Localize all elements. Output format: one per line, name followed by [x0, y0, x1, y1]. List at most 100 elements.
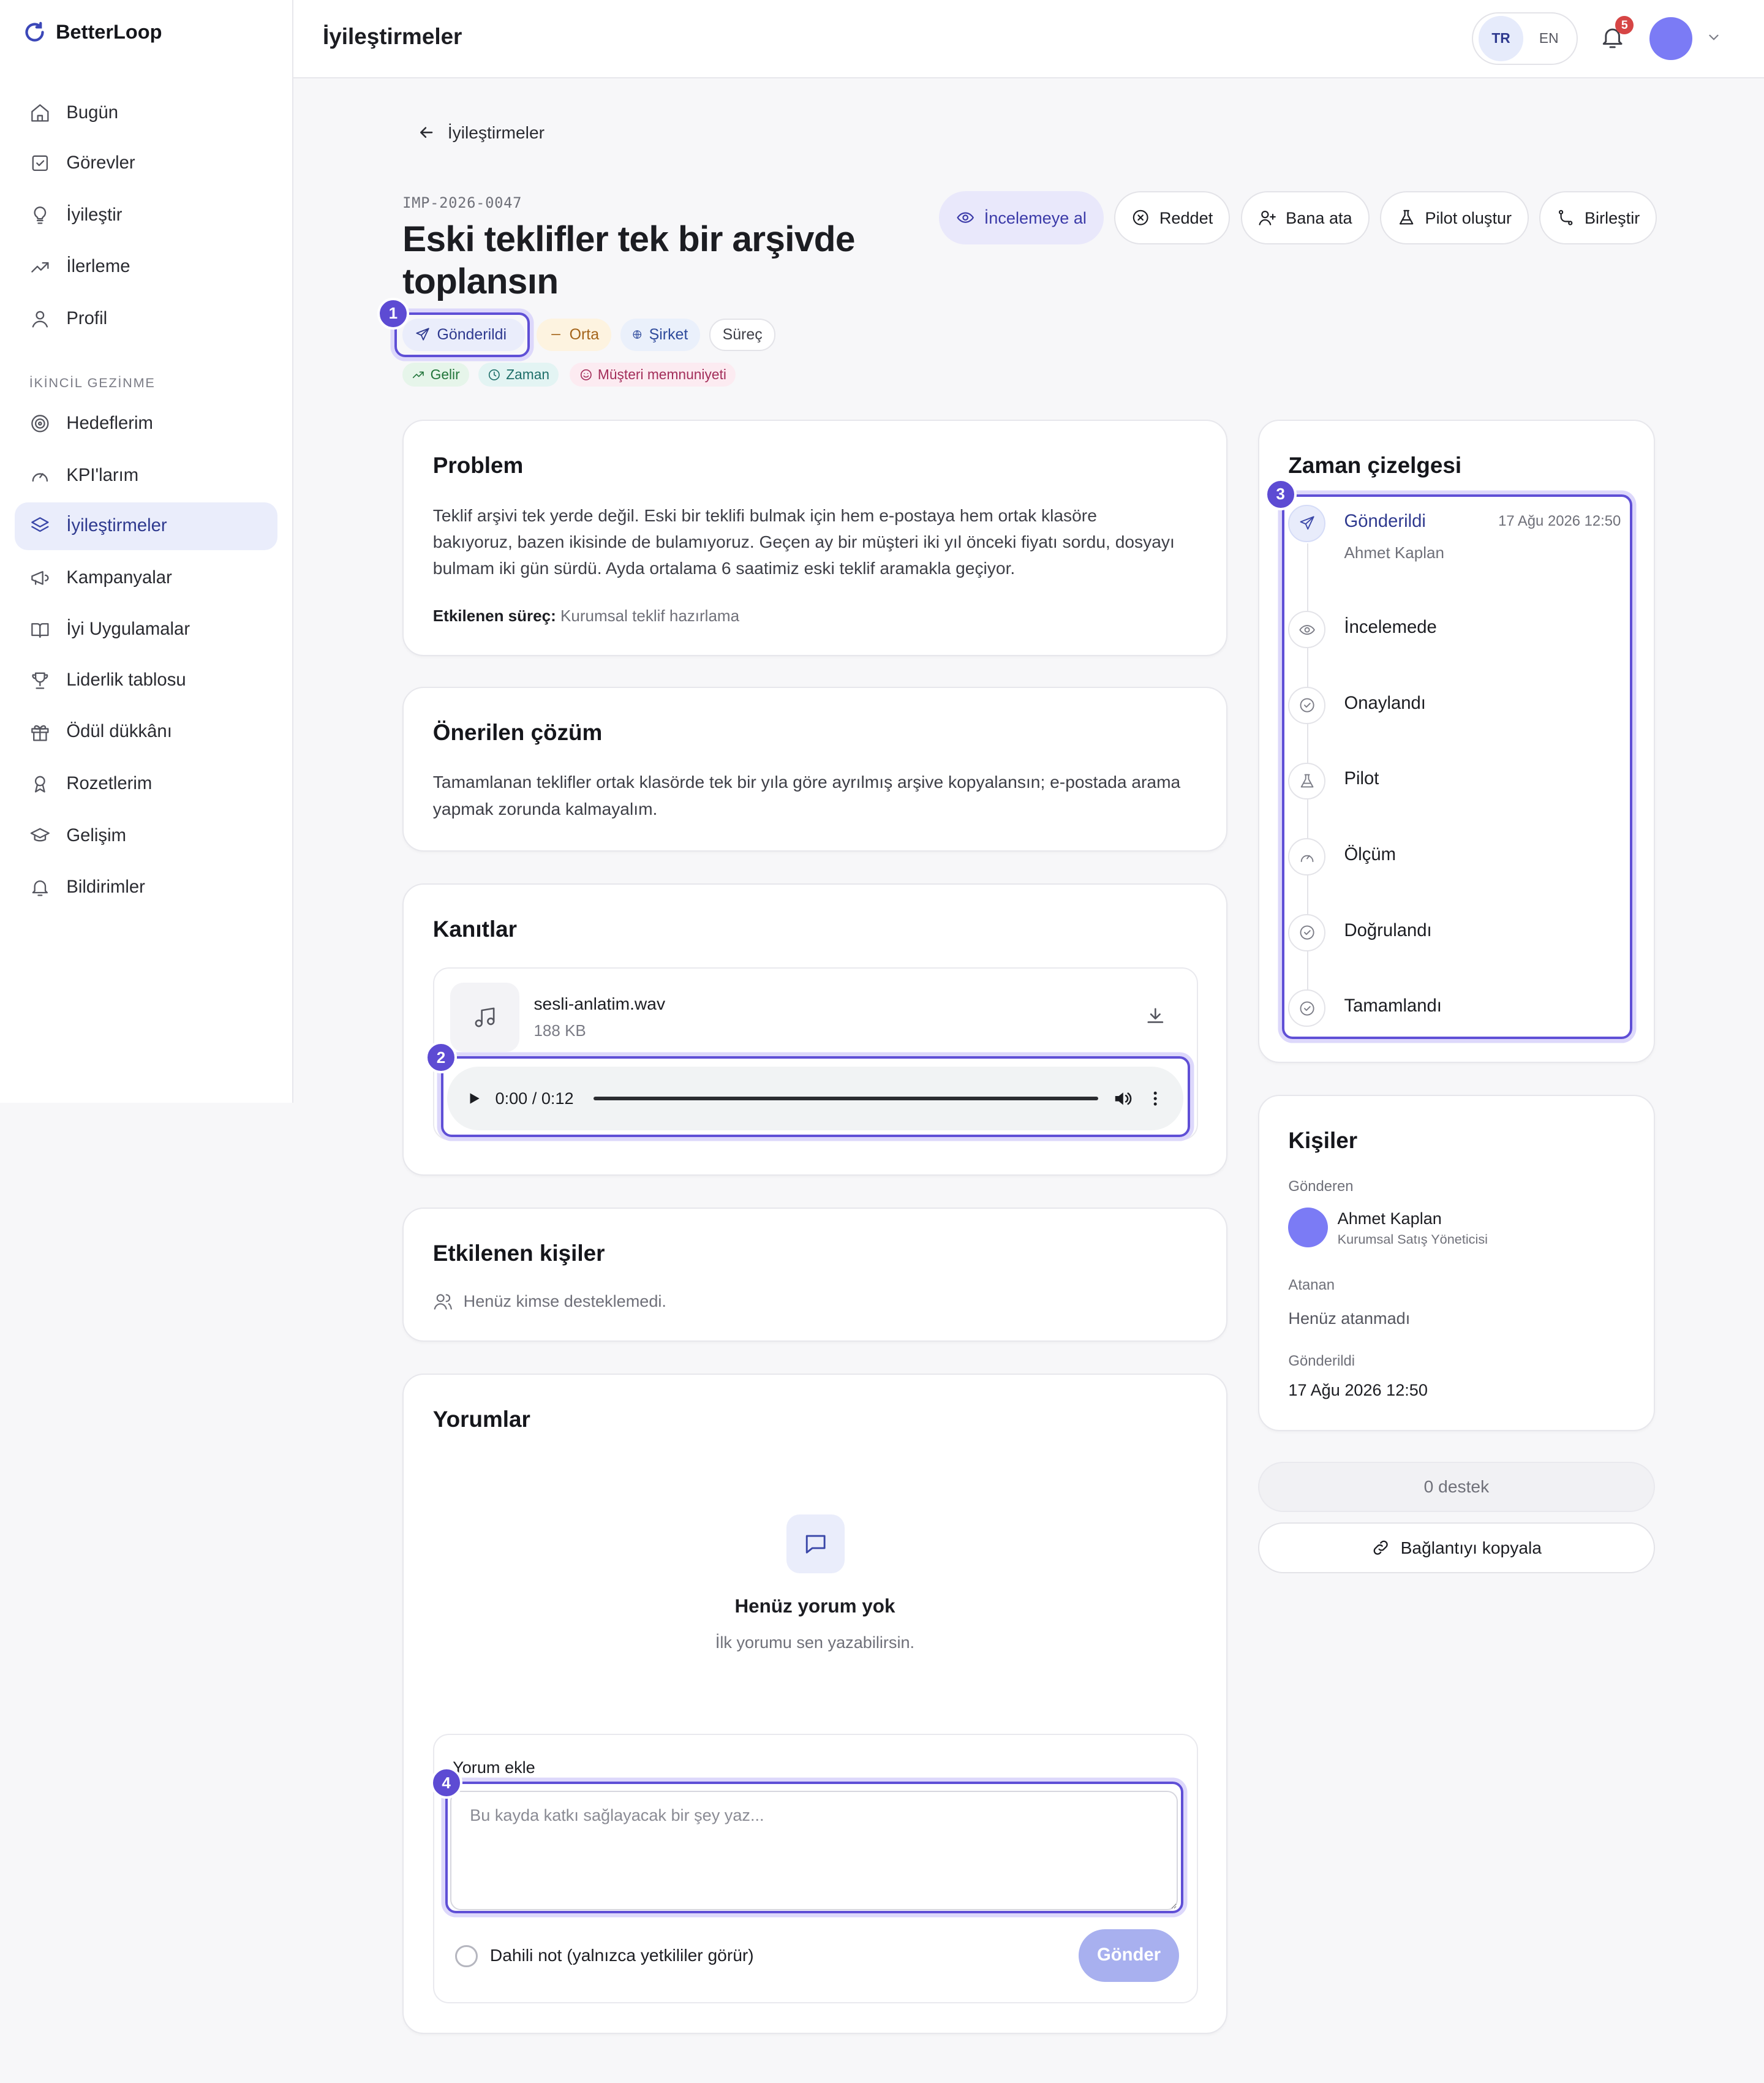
user-avatar[interactable] [1649, 17, 1692, 60]
back-link[interactable]: İyileştirmeler [417, 123, 545, 143]
internal-note-checkbox[interactable] [455, 1945, 478, 1968]
scope-badge-label: Şirket [649, 325, 688, 343]
reject-button[interactable]: Reddet [1114, 191, 1231, 245]
submitter-role: Kurumsal Satış Yöneticisi [1337, 1231, 1488, 1247]
comment-textarea[interactable] [450, 1791, 1178, 1911]
arrow-left-icon [420, 127, 433, 138]
merge-icon [1559, 210, 1573, 226]
reject-label: Reddet [1159, 208, 1213, 227]
status-badge: Gönderildi [402, 319, 525, 351]
minus-icon [551, 334, 560, 336]
sidebar-item-gelisim[interactable]: Gelişim [15, 812, 277, 860]
app-root: BetterLoop Bugün Görevler İyileştir İler… [0, 0, 1764, 2083]
language-switch: TR EN [1471, 12, 1578, 66]
comment-form: Yorum ekle Dahili not (yalnızca yetkilil… [432, 1733, 1198, 2004]
improvement-id: IMP-2026-0047 [402, 194, 522, 211]
evidence-title: Kanıtlar [432, 917, 518, 942]
affected-process: Etkilenen süreç: Kurumsal teklif hazırla… [433, 603, 739, 629]
solution-title: Önerilen çözüm [432, 720, 603, 746]
merge-button[interactable]: Birleştir [1539, 191, 1657, 245]
graduation-cap-icon [30, 828, 50, 842]
top-bar: İyileştirmeler TR EN 5 [293, 0, 1764, 78]
sidebar-item-profil[interactable]: Profil [15, 295, 277, 342]
user-icon [32, 311, 48, 328]
sidebar-item-odul-dukkani[interactable]: Ödül dükkânı [15, 708, 277, 756]
copy-link-label: Bağlantıyı kopyala [1400, 1537, 1542, 1557]
check-circle-icon [1288, 989, 1326, 1027]
priority-badge-label: Orta [569, 325, 600, 343]
status-badge-label: Gönderildi [437, 325, 507, 343]
start-review-button[interactable]: İncelemeye al [939, 191, 1104, 245]
brand-name: BetterLoop [56, 20, 162, 43]
sidebar-item-label: KPI'larım [66, 465, 139, 485]
evidence-file: sesli-anlatim.wav 188 KB 0:00 / 0:12 [432, 967, 1198, 1140]
badge-icon [34, 776, 45, 793]
megaphone-icon [31, 571, 49, 585]
create-pilot-button[interactable]: Pilot oluştur [1379, 191, 1529, 245]
x-circle-icon [1133, 210, 1148, 226]
marker-4: 4 [430, 1767, 462, 1799]
gauge-icon [32, 473, 48, 482]
brand-logo-icon [25, 21, 44, 42]
impact-tag-label: Müşteri memnuniyeti [597, 366, 726, 383]
sidebar-item-label: Liderlik tablosu [66, 670, 186, 690]
scope-badge: Şirket [620, 319, 700, 351]
solution-text: Tamamlanan teklifler ortak klasörde tek … [432, 772, 1181, 818]
sidebar-item-iyi-uygulamalar[interactable]: İyi Uygulamalar [15, 606, 277, 654]
submitter-avatar [1288, 1208, 1329, 1248]
submitter-label: Gönderen [1288, 1178, 1354, 1195]
assign-to-me-button[interactable]: Bana ata [1240, 191, 1370, 245]
sidebar-item-label: Profil [66, 308, 108, 328]
marker-2: 2 [424, 1042, 458, 1074]
support-count-button[interactable]: 0 destek [1257, 1461, 1656, 1512]
more-vertical-icon[interactable] [1146, 1089, 1164, 1108]
start-review-label: İncelemeye al [984, 208, 1087, 227]
marker-3: 3 [1264, 478, 1297, 510]
sidebar-item-iyilestir[interactable]: İyileştir [15, 191, 277, 239]
people-card: Kişiler Gönderen Ahmet Kaplan Kurumsal S… [1257, 1094, 1656, 1431]
chevron-down-icon[interactable] [1706, 29, 1722, 45]
sidebar-item-kampanyalar[interactable]: Kampanyalar [15, 554, 277, 602]
sidebar-item-label: Bugün [66, 102, 119, 123]
merge-label: Birleştir [1584, 208, 1640, 227]
sidebar-item-liderlik-tablosu[interactable]: Liderlik tablosu [15, 656, 277, 704]
smile-icon [580, 369, 592, 380]
download-icon[interactable] [1145, 1005, 1166, 1027]
timeline-title: Zaman çizelgesi [1288, 453, 1462, 478]
link-icon [1373, 1540, 1388, 1556]
category-badge: Süreç [709, 319, 776, 351]
sidebar-item-label: Kampanyalar [66, 567, 172, 588]
file-name: sesli-anlatim.wav [533, 993, 666, 1013]
audio-progress-track[interactable] [593, 1096, 1099, 1101]
sidebar-item-bildirimler[interactable]: Bildirimler [15, 864, 277, 912]
sidebar-item-gorevler[interactable]: Görevler [15, 140, 277, 187]
lightbulb-icon [34, 206, 46, 224]
audio-player[interactable]: 0:00 / 0:12 [447, 1067, 1183, 1131]
bell-icon [32, 880, 48, 896]
timeline-step-label: Gönderildi [1344, 511, 1426, 531]
affected-people-card: Etkilenen kişiler Henüz kimse destekleme… [402, 1208, 1227, 1342]
sidebar-item-hedeflerim[interactable]: Hedeflerim [15, 400, 277, 448]
brand[interactable]: BetterLoop [23, 20, 162, 44]
play-icon[interactable] [466, 1091, 482, 1106]
comment-bubble-icon [786, 1514, 845, 1573]
sidebar-item-kpilarim[interactable]: KPI'larım [15, 452, 277, 499]
send-comment-button[interactable]: Gönder [1078, 1929, 1180, 1983]
flask-icon [1399, 210, 1414, 225]
internal-note-label: Dahili not (yalnızca yetkililer görür) [489, 1945, 754, 1965]
category-badge-label: Süreç [722, 325, 763, 343]
sidebar-item-ilerleme[interactable]: İlerleme [15, 243, 277, 291]
sidebar-item-bugun[interactable]: Bugün [15, 89, 277, 137]
timeline-step-date: 17 Ağu 2026 12:50 [1498, 512, 1621, 529]
submitter-name: Ahmet Kaplan [1337, 1209, 1442, 1228]
timeline-step-onaylandi: Onaylandı [1288, 687, 1634, 740]
volume-icon[interactable] [1112, 1088, 1133, 1110]
marker-1: 1 [377, 297, 409, 330]
language-tr-button[interactable]: TR [1478, 16, 1524, 61]
check-circle-icon [1288, 913, 1326, 951]
sidebar-item-iyilestirmeler[interactable]: İyileştirmeler [14, 502, 278, 550]
comments-empty-subtitle: İlk yorumu sen yazabilirsin. [715, 1633, 915, 1652]
language-en-button[interactable]: EN [1526, 16, 1572, 61]
sidebar-item-rozetlerim[interactable]: Rozetlerim [15, 760, 277, 807]
copy-link-button[interactable]: Bağlantıyı kopyala [1257, 1522, 1656, 1573]
